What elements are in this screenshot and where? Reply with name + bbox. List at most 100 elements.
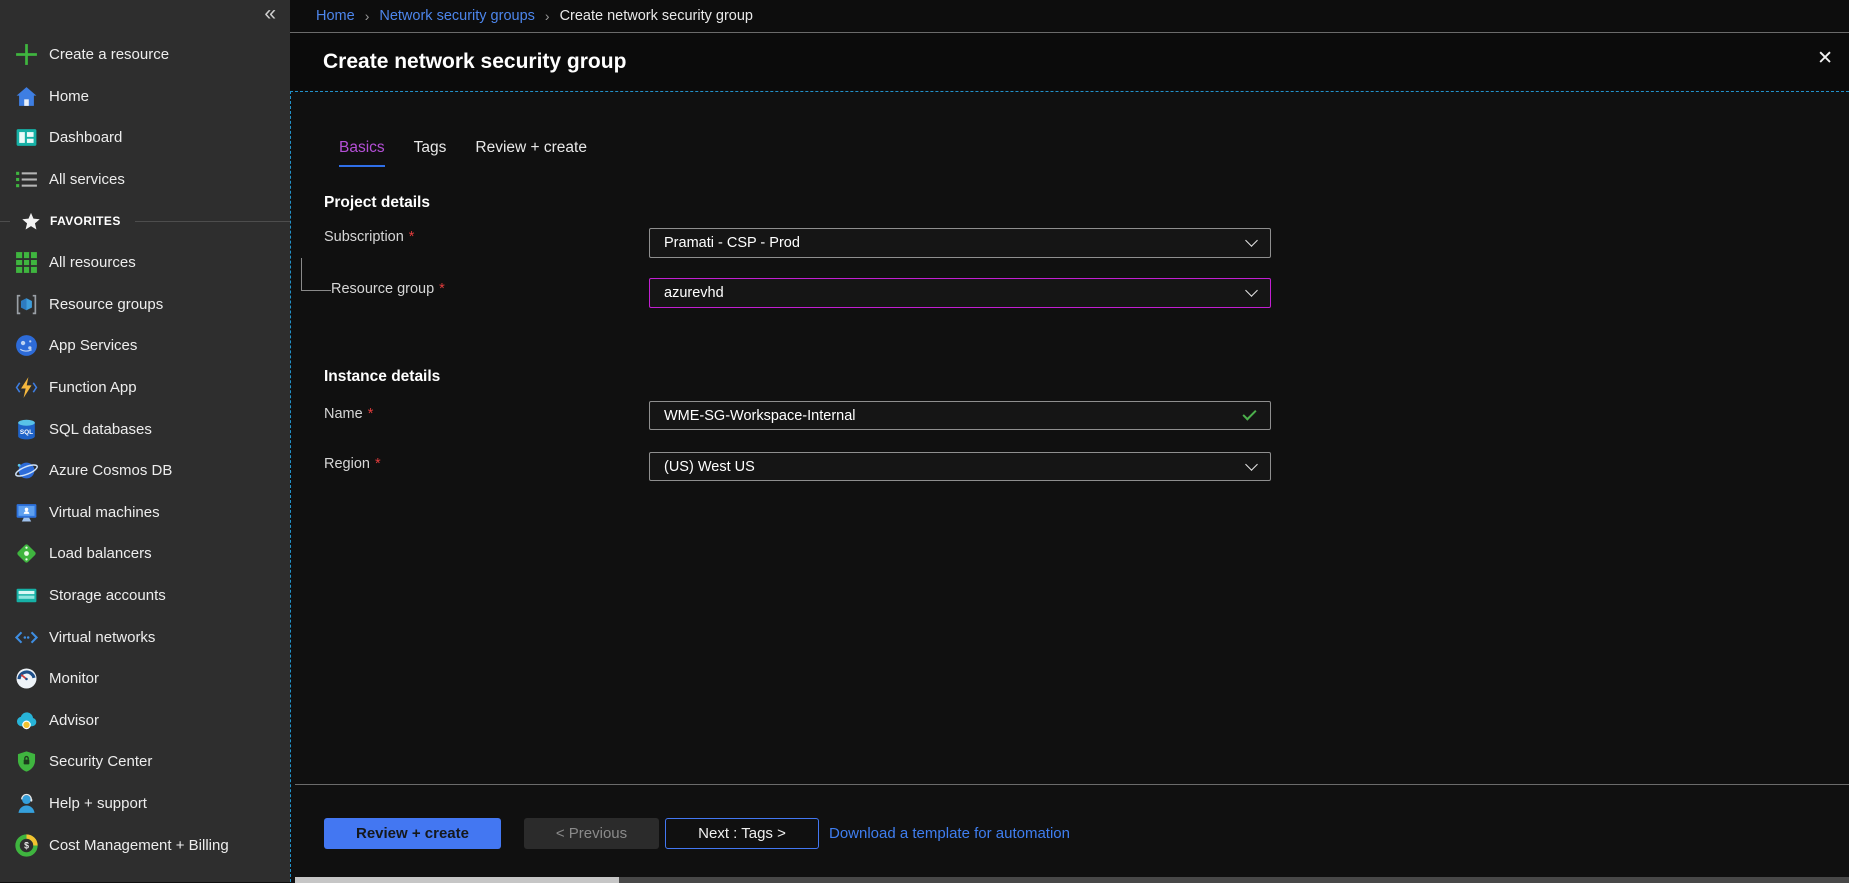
- plus-icon: [14, 42, 39, 67]
- chevron-down-icon: [1245, 234, 1258, 247]
- sidebar-item-label: All resources: [49, 254, 136, 271]
- sidebar-item-create-a-resource[interactable]: Create a resource: [0, 34, 290, 76]
- storage-accounts-icon: [14, 583, 39, 608]
- help-support-icon: [14, 791, 39, 816]
- sidebar-item-label: Security Center: [49, 753, 152, 770]
- review-create-button[interactable]: Review + create: [324, 818, 501, 849]
- main-area: Home › Network security groups › Create …: [290, 0, 1849, 882]
- resource-groups-icon: [14, 292, 39, 317]
- region-label: Region*: [324, 456, 381, 472]
- load-balancers-icon: [14, 541, 39, 566]
- svg-text:SQL: SQL: [20, 429, 33, 436]
- sidebar-item-all-services[interactable]: All services: [0, 159, 290, 201]
- sidebar-item-sql-databases[interactable]: SQL SQL databases: [0, 408, 290, 450]
- sidebar-collapse-icon[interactable]: «: [264, 2, 276, 26]
- tab-tags[interactable]: Tags: [414, 139, 447, 167]
- previous-button[interactable]: < Previous: [524, 818, 659, 849]
- function-app-icon: [14, 375, 39, 400]
- sidebar-item-monitor[interactable]: Monitor: [0, 658, 290, 700]
- horizontal-scrollbar-thumb[interactable]: [295, 877, 619, 883]
- sidebar-item-advisor[interactable]: Advisor: [0, 700, 290, 742]
- sidebar-item-virtual-machines[interactable]: Virtual machines: [0, 492, 290, 534]
- resource-group-dropdown[interactable]: azurevhd: [649, 278, 1271, 308]
- title-bar: Create network security group ✕: [290, 33, 1849, 90]
- cost-management-billing-icon: $: [14, 833, 39, 858]
- sidebar-item-label: App Services: [49, 337, 137, 354]
- home-icon: [14, 84, 39, 109]
- sidebar-item-function-app[interactable]: Function App: [0, 367, 290, 409]
- breadcrumb-current-page: Create network security group: [560, 8, 753, 24]
- sidebar-item-label: Advisor: [49, 712, 99, 729]
- advisor-icon: [14, 708, 39, 733]
- breadcrumb-network-security-groups-link[interactable]: Network security groups: [379, 8, 535, 24]
- sidebar-favorites-header: FAVORITES: [0, 200, 290, 242]
- chevron-down-icon: [1245, 284, 1258, 297]
- sidebar-item-resource-groups[interactable]: Resource groups: [0, 284, 290, 326]
- sidebar-item-app-services[interactable]: App Services: [0, 325, 290, 367]
- instance-details-heading: Instance details: [324, 368, 440, 386]
- sidebar-item-label: Virtual networks: [49, 629, 155, 646]
- sidebar-item-label: Virtual machines: [49, 504, 160, 521]
- chevron-down-icon: [1245, 458, 1258, 471]
- subscription-value: Pramati - CSP - Prod: [664, 235, 800, 251]
- star-icon: [20, 209, 42, 234]
- horizontal-scrollbar[interactable]: [295, 877, 1849, 883]
- sidebar-item-cost-management-billing[interactable]: $ Cost Management + Billing: [0, 824, 290, 866]
- sidebar-item-label: Function App: [49, 379, 137, 396]
- next-tags-button[interactable]: Next : Tags >: [665, 818, 819, 849]
- sidebar-item-azure-cosmos-db[interactable]: Azure Cosmos DB: [0, 450, 290, 492]
- sidebar-item-label: Help + support: [49, 795, 147, 812]
- virtual-networks-icon: [14, 625, 39, 650]
- close-icon[interactable]: ✕: [1817, 49, 1833, 69]
- sidebar-item-label: Storage accounts: [49, 587, 166, 604]
- tab-review-create[interactable]: Review + create: [475, 139, 587, 167]
- chevron-right-icon: ›: [365, 8, 370, 24]
- subscription-dropdown[interactable]: Pramati - CSP - Prod: [649, 228, 1271, 258]
- sidebar-item-security-center[interactable]: Security Center: [0, 741, 290, 783]
- sidebar-item-label: Monitor: [49, 670, 99, 687]
- virtual-machines-icon: [14, 500, 39, 525]
- sidebar-item-home[interactable]: Home: [0, 76, 290, 118]
- sql-databases-icon: SQL: [14, 417, 39, 442]
- sidebar-item-virtual-networks[interactable]: Virtual networks: [0, 616, 290, 658]
- resource-group-connector-line: [301, 290, 331, 291]
- name-input[interactable]: WME-SG-Workspace-Internal: [649, 401, 1271, 430]
- required-asterisk: *: [439, 281, 445, 297]
- sidebar-item-label: Dashboard: [49, 129, 122, 146]
- breadcrumb: Home › Network security groups › Create …: [290, 0, 1849, 33]
- breadcrumb-home-link[interactable]: Home: [316, 8, 355, 24]
- sidebar-item-help-support[interactable]: Help + support: [0, 783, 290, 825]
- sidebar-nav: Create a resource Home Dashboard All ser…: [0, 34, 290, 866]
- sidebar-item-label: All services: [49, 171, 125, 188]
- sidebar-item-all-resources[interactable]: All resources: [0, 242, 290, 284]
- tab-bar: Basics Tags Review + create: [339, 139, 587, 167]
- resource-group-value: azurevhd: [664, 285, 724, 301]
- all-services-icon: [14, 167, 39, 192]
- favorites-divider-right: [135, 221, 290, 222]
- sidebar-item-label: Create a resource: [49, 46, 169, 63]
- sidebar-item-dashboard[interactable]: Dashboard: [0, 117, 290, 159]
- sidebar-item-load-balancers[interactable]: Load balancers: [0, 533, 290, 575]
- all-resources-icon: [14, 250, 39, 275]
- azure-cosmos-db-icon: [14, 458, 39, 483]
- required-asterisk: *: [409, 229, 415, 245]
- required-asterisk: *: [368, 406, 374, 422]
- sidebar-item-label: Resource groups: [49, 296, 163, 313]
- region-dropdown[interactable]: (US) West US: [649, 452, 1271, 481]
- chevron-right-icon: ›: [545, 8, 550, 24]
- favorites-label: FAVORITES: [50, 214, 121, 228]
- dashboard-icon: [14, 125, 39, 150]
- monitor-icon: [14, 666, 39, 691]
- required-asterisk: *: [375, 456, 381, 472]
- sidebar: « Create a resource Home Dashboard All s…: [0, 0, 290, 882]
- sidebar-item-label: Home: [49, 88, 89, 105]
- sidebar-item-label: Load balancers: [49, 545, 152, 562]
- favorites-divider-left: [0, 221, 10, 222]
- sidebar-item-label: Cost Management + Billing: [49, 837, 229, 854]
- sidebar-item-storage-accounts[interactable]: Storage accounts: [0, 575, 290, 617]
- valid-check-icon: [1242, 406, 1256, 420]
- blade-content: Basics Tags Review + create Project deta…: [290, 91, 1849, 882]
- tab-basics[interactable]: Basics: [339, 139, 385, 167]
- download-template-link[interactable]: Download a template for automation: [829, 818, 1070, 849]
- sidebar-item-label: Azure Cosmos DB: [49, 462, 172, 479]
